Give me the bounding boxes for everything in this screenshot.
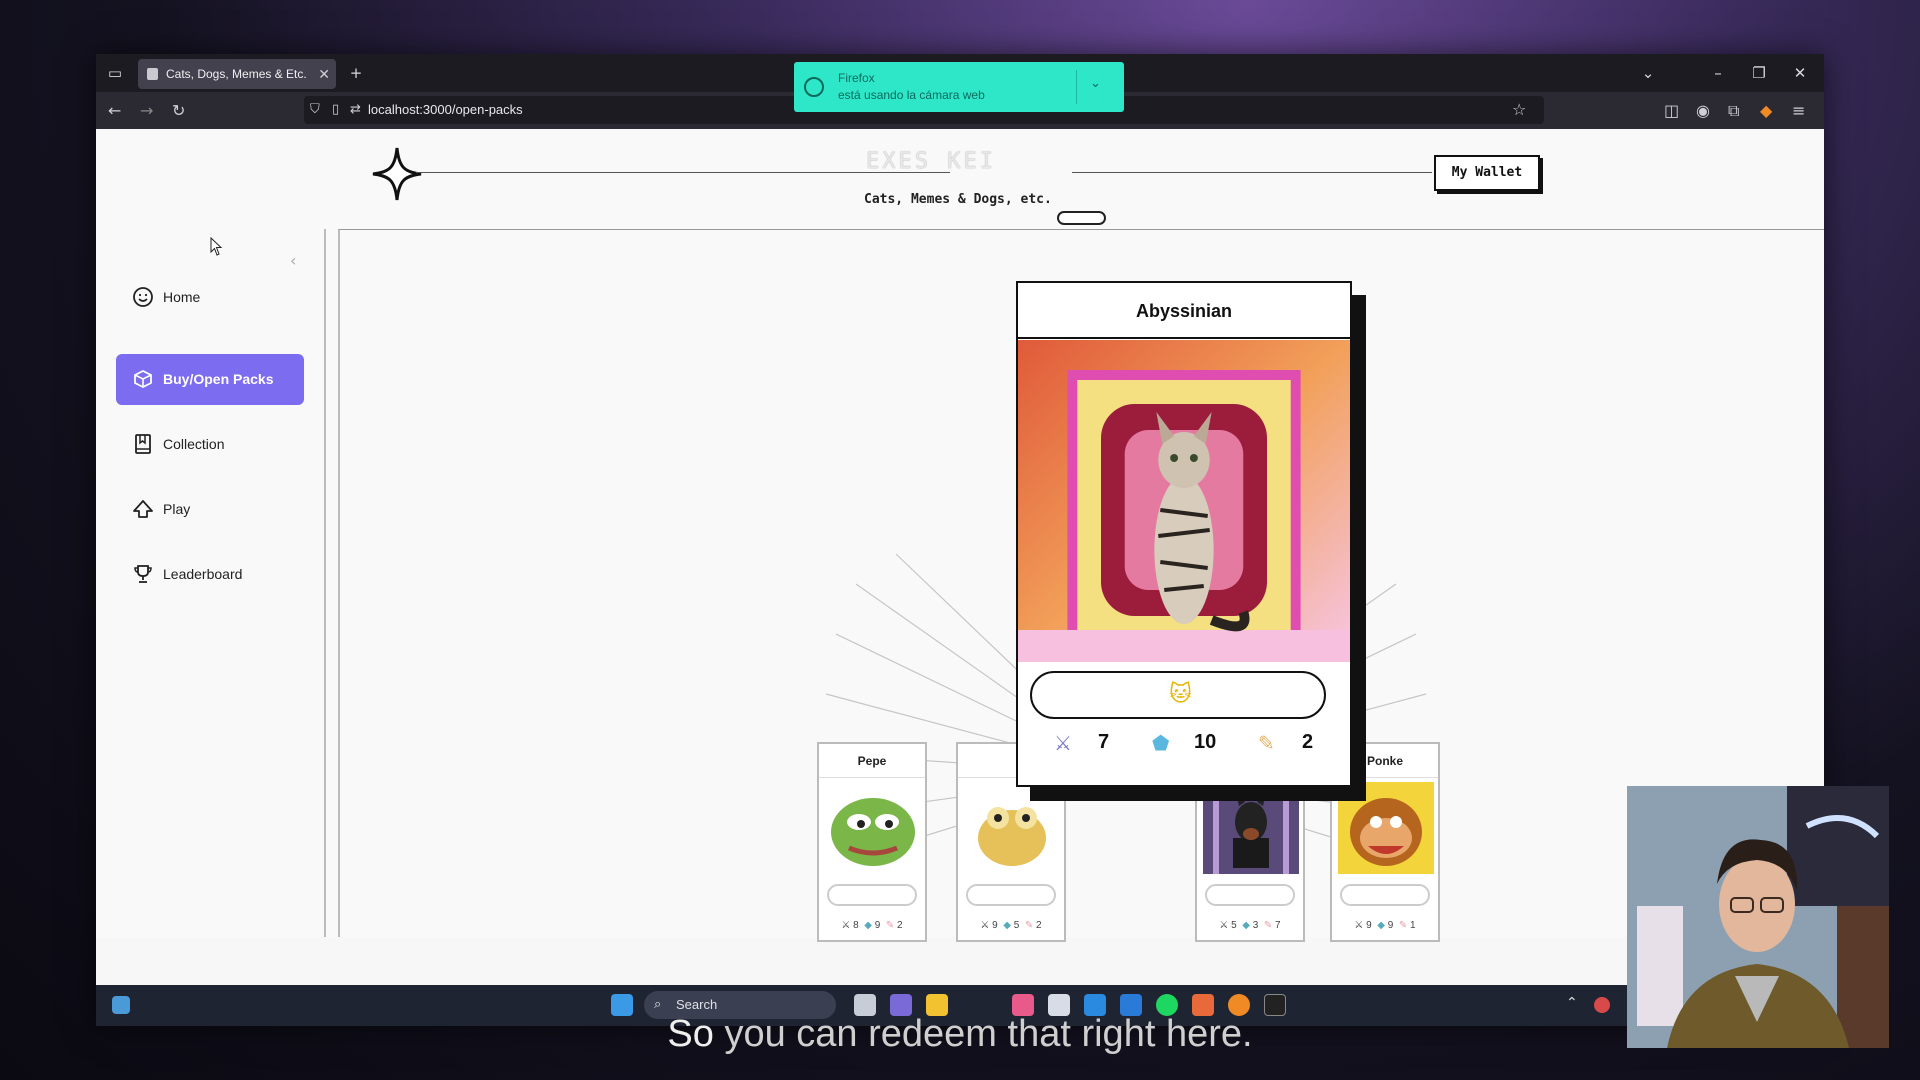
ponke-art bbox=[1338, 782, 1434, 874]
speed-value: 2 bbox=[1302, 731, 1314, 753]
toad-art bbox=[978, 807, 1046, 866]
notification-divider bbox=[1076, 70, 1077, 104]
sidebar-item-home[interactable]: Home bbox=[116, 272, 304, 323]
tab-overflow-icon[interactable]: ⌄ bbox=[1636, 63, 1660, 83]
browser-window: ▭ Cats, Dogs, Memes & Etc. ✕ + ⌄ – ❐ ✕ F… bbox=[96, 54, 1824, 1026]
back-icon[interactable]: ← bbox=[108, 92, 121, 129]
search-placeholder: Search bbox=[676, 997, 718, 1012]
tab-title: Cats, Dogs, Memes & Etc. bbox=[166, 67, 307, 81]
cloud-icon bbox=[133, 500, 153, 518]
minimize-icon[interactable]: – bbox=[1706, 63, 1730, 83]
notification-title: Firefox bbox=[838, 71, 875, 85]
webcam-icon bbox=[804, 77, 824, 97]
shield-icon[interactable]: ⛉ bbox=[310, 91, 320, 128]
sidebar-item-leaderboard[interactable]: Leaderboard bbox=[116, 549, 304, 600]
card-slot bbox=[827, 884, 917, 906]
pocket-icon[interactable]: ◫ bbox=[1664, 92, 1679, 129]
abyssinian-cat-art bbox=[1018, 340, 1350, 662]
video-subtitle: So you can redeem that right here. bbox=[0, 1013, 1920, 1056]
attack-icon: ⚔ bbox=[1054, 731, 1072, 755]
collapse-sidebar-icon[interactable]: ‹ bbox=[290, 251, 296, 270]
chevron-down-icon[interactable]: ⌄ bbox=[1090, 76, 1101, 91]
card-stats: ⚔ 5 ◆ 3 ✎ 7 bbox=[1219, 920, 1281, 931]
shield-stat-icon: ⬟ bbox=[1152, 731, 1170, 755]
sidebar-item-collection[interactable]: Collection bbox=[116, 419, 304, 470]
extensions-icon[interactable]: ⧉ bbox=[1728, 92, 1739, 129]
sidebar-label-home: Home bbox=[163, 289, 201, 305]
reload-icon[interactable]: ↻ bbox=[172, 92, 185, 129]
sidebar-label-leaderboard: Leaderboard bbox=[163, 566, 243, 582]
header-pill bbox=[1057, 211, 1106, 225]
card-slot bbox=[1205, 884, 1295, 906]
subtitle-rest: you can redeem that right here. bbox=[724, 1013, 1253, 1055]
sidebar-label-buy-open-packs: Buy/Open Packs bbox=[163, 371, 274, 387]
feather-icon: ✎ bbox=[1258, 731, 1275, 755]
sidebar: ‹ Home Buy/Open Packs Collection Play Le… bbox=[96, 229, 326, 937]
cat-face-icon: 🐱 bbox=[1169, 682, 1192, 707]
sidebar-label-collection: Collection bbox=[163, 436, 225, 452]
doberman-art bbox=[1203, 782, 1299, 874]
notification-message: está usando la cámara web bbox=[838, 88, 985, 102]
restore-icon[interactable]: ❐ bbox=[1747, 63, 1771, 83]
box-icon bbox=[134, 369, 152, 389]
card-stats: ⚔ 8 ◆ 9 ✎ 2 bbox=[841, 920, 903, 931]
tab-list-icon[interactable]: ▭ bbox=[103, 63, 127, 83]
bookmark-star-icon[interactable]: ☆ bbox=[1512, 91, 1526, 128]
header-rule-right bbox=[1072, 172, 1432, 173]
my-wallet-button[interactable]: My Wallet bbox=[1434, 155, 1540, 191]
metamask-icon[interactable]: ◆ bbox=[1760, 92, 1772, 129]
forward-icon[interactable]: → bbox=[140, 92, 153, 129]
trophy-icon bbox=[134, 565, 152, 583]
widgets-icon[interactable] bbox=[112, 996, 130, 1014]
card-stats: ⚔ 9 ◆ 9 ✎ 1 bbox=[1354, 920, 1416, 931]
smile-icon bbox=[133, 287, 153, 307]
card-stats: ⚔ 9 ◆ 5 ✎ 2 bbox=[980, 920, 1042, 931]
page-icon[interactable]: ▯ bbox=[332, 91, 339, 128]
book-icon bbox=[135, 434, 151, 454]
defense-value: 10 bbox=[1194, 731, 1217, 753]
account-icon[interactable]: ◉ bbox=[1696, 92, 1710, 129]
app-title: Cats, Memes & Dogs, etc. bbox=[864, 192, 1052, 207]
favicon-icon bbox=[147, 68, 158, 80]
sparkle-logo-icon[interactable] bbox=[371, 146, 423, 202]
url-text: localhost:3000/open-packs bbox=[368, 102, 523, 117]
tray-app-icon[interactable] bbox=[1594, 997, 1610, 1013]
browser-tab[interactable]: Cats, Dogs, Memes & Etc. ✕ bbox=[138, 59, 336, 89]
pepe-art bbox=[831, 798, 915, 866]
menu-icon[interactable]: ≡ bbox=[1792, 92, 1805, 129]
camera-notification[interactable]: Firefox está usando la cámara web ⌄ bbox=[794, 62, 1124, 112]
attack-value: 7 bbox=[1098, 731, 1110, 753]
sidebar-item-play[interactable]: Play bbox=[116, 484, 304, 535]
card-slot: 🐱 bbox=[1030, 671, 1326, 719]
webcam-feed bbox=[1627, 786, 1889, 1048]
featured-card[interactable]: Abyssinian 🐱 ⚔ 7 ⬟ 10 ✎ 2 bbox=[1016, 281, 1352, 787]
card-title: Abyssinian bbox=[1018, 283, 1350, 339]
pack-card[interactable]: Pepe ⚔ 8 ◆ 9 ✎ 2 bbox=[817, 742, 927, 942]
sidebar-label-play: Play bbox=[163, 501, 191, 517]
subtitle-lead: So bbox=[667, 1013, 714, 1055]
close-window-icon[interactable]: ✕ bbox=[1788, 63, 1812, 83]
ghost-logo: EXES KEI bbox=[866, 149, 996, 174]
card-name: Pepe bbox=[819, 744, 925, 778]
permissions-icon[interactable]: ⇄ bbox=[350, 91, 361, 128]
mouse-cursor-icon bbox=[210, 237, 223, 256]
sidebar-item-buy-open-packs[interactable]: Buy/Open Packs bbox=[116, 354, 304, 405]
card-slot bbox=[966, 884, 1056, 906]
new-tab-icon[interactable]: + bbox=[344, 63, 368, 83]
tray-chevron-icon[interactable]: ⌃ bbox=[1566, 995, 1578, 1011]
close-tab-icon[interactable]: ✕ bbox=[318, 59, 330, 89]
card-slot bbox=[1340, 884, 1430, 906]
